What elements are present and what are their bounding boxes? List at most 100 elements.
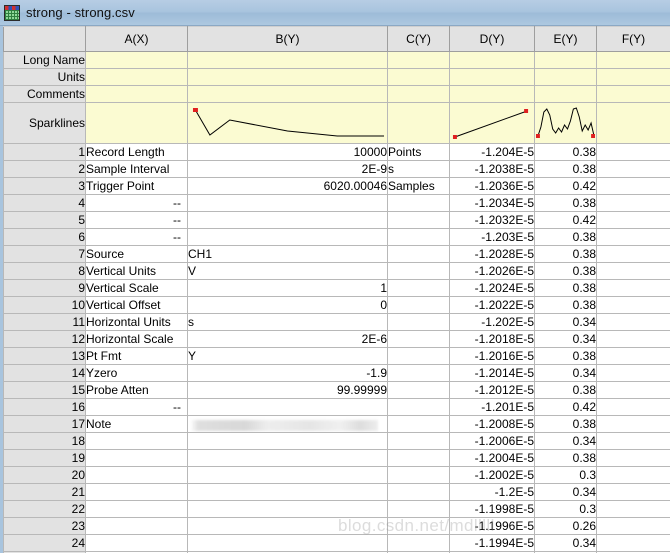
column-header-e[interactable]: E(Y) [534, 26, 597, 52]
cell-d19[interactable]: -1.2004E-5 [449, 449, 535, 467]
row-number[interactable]: 20 [3, 466, 86, 484]
cell-e4[interactable]: 0.38 [534, 194, 597, 212]
column-header-f[interactable]: F(Y) [596, 26, 670, 52]
cell-f4[interactable] [596, 194, 670, 212]
cell-b8[interactable]: V [187, 262, 388, 280]
cell-b11[interactable]: s [187, 313, 388, 331]
cell-e18[interactable]: 0.34 [534, 432, 597, 450]
cell-e23[interactable]: 0.26 [534, 517, 597, 535]
row-number[interactable]: 15 [3, 381, 86, 399]
column-header-b[interactable]: B(Y) [187, 26, 388, 52]
cell-b2[interactable]: 2E-9 [187, 160, 388, 178]
cell-a21[interactable] [85, 483, 188, 501]
meta-cell[interactable] [387, 68, 450, 86]
cell-a23[interactable] [85, 517, 188, 535]
cell-a12[interactable]: Horizontal Scale [85, 330, 188, 348]
meta-cell[interactable] [449, 68, 535, 86]
cell-d10[interactable]: -1.2022E-5 [449, 296, 535, 314]
row-number[interactable]: 23 [3, 517, 86, 535]
cell-b24[interactable] [187, 534, 388, 552]
cell-e20[interactable]: 0.3 [534, 466, 597, 484]
cell-f7[interactable] [596, 245, 670, 263]
meta-cell[interactable] [387, 85, 450, 103]
meta-cell[interactable] [534, 68, 597, 86]
cell-f3[interactable] [596, 177, 670, 195]
cell-c19[interactable] [387, 449, 450, 467]
meta-cell[interactable] [596, 85, 670, 103]
cell-b23[interactable] [187, 517, 388, 535]
cell-d20[interactable]: -1.2002E-5 [449, 466, 535, 484]
cell-e11[interactable]: 0.34 [534, 313, 597, 331]
row-number[interactable]: 13 [3, 347, 86, 365]
meta-cell[interactable] [387, 51, 450, 69]
cell-c9[interactable] [387, 279, 450, 297]
cell-f6[interactable] [596, 228, 670, 246]
meta-cell[interactable] [596, 51, 670, 69]
cell-c2[interactable]: s [387, 160, 450, 178]
cell-d14[interactable]: -1.2014E-5 [449, 364, 535, 382]
cell-c3[interactable]: Samples [387, 177, 450, 195]
cell-e15[interactable]: 0.38 [534, 381, 597, 399]
cell-a4[interactable]: -- [85, 194, 188, 212]
cell-b14[interactable]: -1.9 [187, 364, 388, 382]
cell-b6[interactable] [187, 228, 388, 246]
cell-c14[interactable] [387, 364, 450, 382]
column-header-a[interactable]: A(X) [85, 26, 188, 52]
cell-e22[interactable]: 0.3 [534, 500, 597, 518]
cell-a13[interactable]: Pt Fmt [85, 347, 188, 365]
cell-a22[interactable] [85, 500, 188, 518]
cell-f5[interactable] [596, 211, 670, 229]
cell-d16[interactable]: -1.201E-5 [449, 398, 535, 416]
cell-e14[interactable]: 0.34 [534, 364, 597, 382]
meta-row-label[interactable]: Long Name [3, 51, 86, 69]
cell-e8[interactable]: 0.38 [534, 262, 597, 280]
row-number[interactable]: 7 [3, 245, 86, 263]
cell-c20[interactable] [387, 466, 450, 484]
cell-e5[interactable]: 0.42 [534, 211, 597, 229]
cell-f9[interactable] [596, 279, 670, 297]
cell-d23[interactable]: -1.1996E-5 [449, 517, 535, 535]
cell-f1[interactable] [596, 143, 670, 161]
cell-d15[interactable]: -1.2012E-5 [449, 381, 535, 399]
row-number[interactable]: 24 [3, 534, 86, 552]
cell-c11[interactable] [387, 313, 450, 331]
cell-c10[interactable] [387, 296, 450, 314]
row-number[interactable]: 6 [3, 228, 86, 246]
row-number[interactable]: 3 [3, 177, 86, 195]
cell-e17[interactable]: 0.38 [534, 415, 597, 433]
cell-d24[interactable]: -1.1994E-5 [449, 534, 535, 552]
cell-a17[interactable]: Note [85, 415, 188, 433]
cell-a24[interactable] [85, 534, 188, 552]
column-header-c[interactable]: C(Y) [387, 26, 450, 52]
meta-cell[interactable] [596, 68, 670, 86]
meta-row-label[interactable]: Comments [3, 85, 86, 103]
cell-b10[interactable]: 0 [187, 296, 388, 314]
cell-d21[interactable]: -1.2E-5 [449, 483, 535, 501]
cell-d9[interactable]: -1.2024E-5 [449, 279, 535, 297]
row-number[interactable]: 14 [3, 364, 86, 382]
row-number[interactable]: 17 [3, 415, 86, 433]
cell-e3[interactable]: 0.42 [534, 177, 597, 195]
meta-cell[interactable] [596, 102, 670, 144]
meta-cell[interactable] [187, 51, 388, 69]
cell-c1[interactable]: Points [387, 143, 450, 161]
cell-a7[interactable]: Source [85, 245, 188, 263]
cell-c6[interactable] [387, 228, 450, 246]
cell-d7[interactable]: -1.2028E-5 [449, 245, 535, 263]
row-number[interactable]: 2 [3, 160, 86, 178]
cell-d22[interactable]: -1.1998E-5 [449, 500, 535, 518]
row-number[interactable]: 11 [3, 313, 86, 331]
cell-f2[interactable] [596, 160, 670, 178]
cell-e19[interactable]: 0.38 [534, 449, 597, 467]
row-number[interactable]: 16 [3, 398, 86, 416]
row-number[interactable]: 9 [3, 279, 86, 297]
cell-b21[interactable] [187, 483, 388, 501]
cell-d11[interactable]: -1.202E-5 [449, 313, 535, 331]
meta-cell[interactable] [85, 85, 188, 103]
select-all-corner[interactable] [3, 26, 86, 52]
title-bar[interactable]: strong - strong.csv [0, 0, 670, 26]
cell-b9[interactable]: 1 [187, 279, 388, 297]
cell-a15[interactable]: Probe Atten [85, 381, 188, 399]
cell-f11[interactable] [596, 313, 670, 331]
cell-d13[interactable]: -1.2016E-5 [449, 347, 535, 365]
